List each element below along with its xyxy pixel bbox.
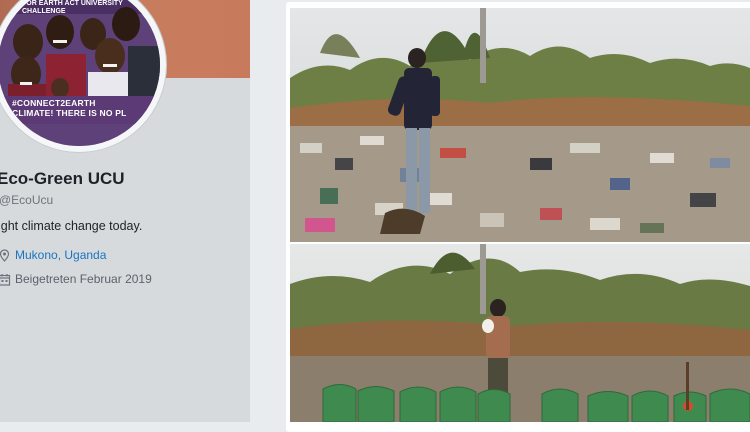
profile-name[interactable]: Eco-Green UCU	[0, 169, 125, 189]
profile-joined-row: Beigetreten Februar 2019	[0, 272, 152, 286]
landfill-scene-after	[290, 244, 750, 422]
profile-location-row[interactable]: Mukono, Uganda	[0, 248, 106, 262]
avatar-band-line2: CLIMATE! THERE IS NO PL	[12, 108, 127, 118]
calendar-icon	[0, 273, 11, 286]
profile-avatar[interactable]: FOR EARTH ACT UNIVERSITY CHALLENGE #CONN…	[0, 0, 166, 152]
profile-joined-date: Beigetreten Februar 2019	[15, 272, 152, 286]
avatar-band-line1: #CONNECT2EARTH	[12, 98, 96, 108]
avatar-image: FOR EARTH ACT UNIVERSITY CHALLENGE #CONN…	[0, 0, 160, 146]
avatar-top-text: FOR EARTH ACT UNIVERSITY CHALLENGE	[22, 0, 123, 15]
profile-location[interactable]: Mukono, Uganda	[15, 248, 106, 262]
profile-bio: ight climate change today.	[0, 219, 143, 233]
landfill-scene-before	[290, 8, 750, 242]
profile-panel: FOR EARTH ACT UNIVERSITY CHALLENGE #CONN…	[0, 0, 250, 422]
location-pin-icon	[0, 248, 10, 262]
avatar-group-photo	[0, 0, 160, 146]
before-cleanup-photo[interactable]	[290, 8, 750, 242]
profile-handle: @EcoUcu	[0, 193, 54, 207]
avatar-banner-text: #CONNECT2EARTH CLIMATE! THERE IS NO PL	[12, 98, 160, 118]
after-cleanup-photo[interactable]	[290, 244, 750, 422]
